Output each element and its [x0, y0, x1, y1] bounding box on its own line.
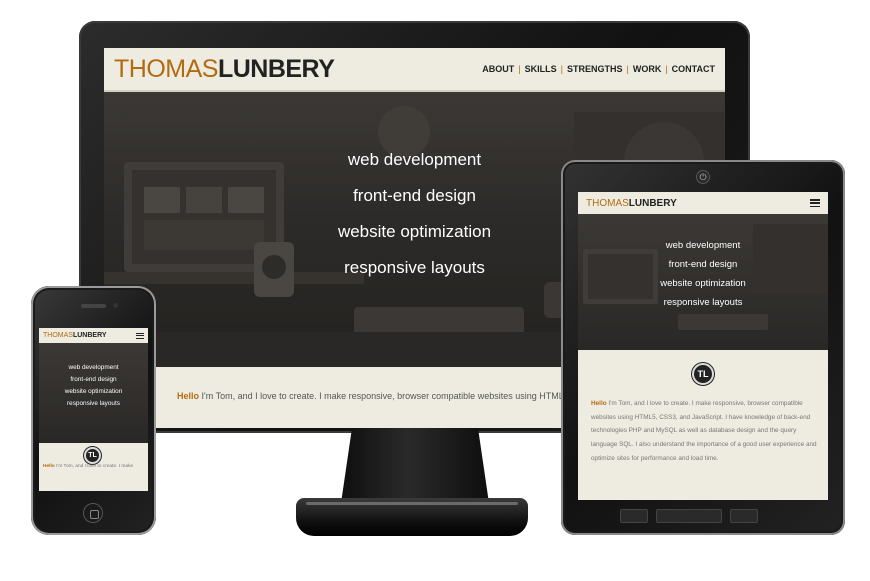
site-logo[interactable]: THOMASLUNBERY: [114, 54, 335, 84]
hero-line-front-end-design: front-end design: [70, 376, 117, 383]
logo-last-name: LUNBERY: [628, 197, 677, 209]
tablet-site-header: THOMASLUNBERY: [578, 192, 828, 214]
hamburger-menu-icon[interactable]: [136, 332, 144, 339]
hero-line-web-development: web development: [347, 150, 482, 169]
phone-device: THOMASLUNBERY web development front-end …: [31, 286, 156, 535]
phone-site-logo[interactable]: THOMASLUNBERY: [43, 332, 107, 339]
nav-item-contact[interactable]: CONTACT: [672, 64, 715, 74]
initials-badge: TL: [692, 363, 714, 385]
menu-button[interactable]: [730, 509, 758, 523]
intro-phone-text: I'm Tom, and I love to create. I make: [54, 464, 134, 469]
nav-separator: |: [665, 64, 668, 74]
phone-site-header: THOMASLUNBERY: [39, 328, 148, 343]
intro-hello: Hello: [43, 464, 55, 469]
nav-separator: |: [626, 64, 629, 74]
intro-hello: Hello: [591, 400, 607, 407]
hamburger-menu-icon[interactable]: [810, 199, 820, 207]
nav-separator: |: [560, 64, 563, 74]
hero-line-web-development: web development: [68, 364, 119, 371]
main-nav: ABOUT | SKILLS | STRENGTHS | WORK | CONT…: [482, 64, 715, 74]
nav-item-work[interactable]: WORK: [633, 64, 662, 74]
tablet-bottom-buttons: [620, 509, 758, 523]
hero-line-responsive-layouts: responsive layouts: [67, 400, 120, 407]
logo-first-name: THOMAS: [43, 332, 73, 339]
phone-intro-paragraph: Hello I'm Tom, and I love to create. I m…: [43, 462, 145, 471]
tablet-intro-section: TL Hello I'm Tom, and I love to create. …: [578, 350, 828, 500]
intro-desktop-text: I'm Tom, and I love to create. I make re…: [199, 391, 598, 401]
tablet-intro-paragraph: Hello I'm Tom, and I love to create. I m…: [591, 397, 817, 466]
hero-line-web-development: web development: [665, 240, 741, 251]
nav-item-about[interactable]: ABOUT: [482, 64, 514, 74]
intro-paragraph: Hello I'm Tom, and I love to create. I m…: [177, 391, 597, 401]
speaker-grille: [81, 304, 106, 308]
tablet-device: ⏻ THOMASLUNBERY web development front-en…: [561, 160, 845, 535]
hero-line-website-optimization: website optimization: [337, 222, 492, 241]
logo-last-name: LUNBERY: [72, 332, 107, 339]
tablet-screen: THOMASLUNBERY web development front-end …: [578, 192, 828, 500]
home-button-icon[interactable]: [83, 503, 103, 523]
front-camera: [113, 303, 118, 308]
back-button[interactable]: [620, 509, 648, 523]
monitor-base-highlight: [306, 502, 518, 505]
site-header: THOMASLUNBERY ABOUT | SKILLS | STRENGTHS…: [104, 48, 725, 92]
logo-first-name: THOMAS: [586, 197, 629, 209]
phone-hero-section: web development front-end design website…: [39, 343, 148, 443]
nav-item-skills[interactable]: SKILLS: [525, 64, 557, 74]
logo-last-name: LUNBERY: [217, 54, 335, 83]
hero-line-website-optimization: website optimization: [660, 278, 746, 289]
home-button[interactable]: [656, 509, 722, 523]
tablet-site-logo[interactable]: THOMASLUNBERY: [586, 198, 677, 209]
tablet-hero-section: web development front-end design website…: [578, 214, 828, 350]
intro-hello: Hello: [177, 391, 200, 401]
intro-tablet-text: I'm Tom, and I love to create. I make re…: [591, 400, 817, 462]
hero-line-responsive-layouts: responsive layouts: [344, 258, 485, 277]
phone-screen: THOMASLUNBERY web development front-end …: [39, 328, 148, 491]
hero-line-front-end-design: front-end design: [668, 259, 738, 270]
logo-first-name: THOMAS: [114, 54, 218, 83]
tablet-hero-taglines: web development front-end design website…: [578, 240, 828, 308]
nav-item-strengths[interactable]: STRENGTHS: [567, 64, 623, 74]
hero-line-front-end-design: front-end design: [353, 186, 476, 205]
nav-separator: |: [518, 64, 521, 74]
hero-line-website-optimization: website optimization: [64, 388, 123, 395]
phone-hero-taglines: web development front-end design website…: [39, 364, 148, 407]
hero-line-responsive-layouts: responsive layouts: [663, 297, 743, 308]
power-icon[interactable]: ⏻: [696, 170, 710, 184]
